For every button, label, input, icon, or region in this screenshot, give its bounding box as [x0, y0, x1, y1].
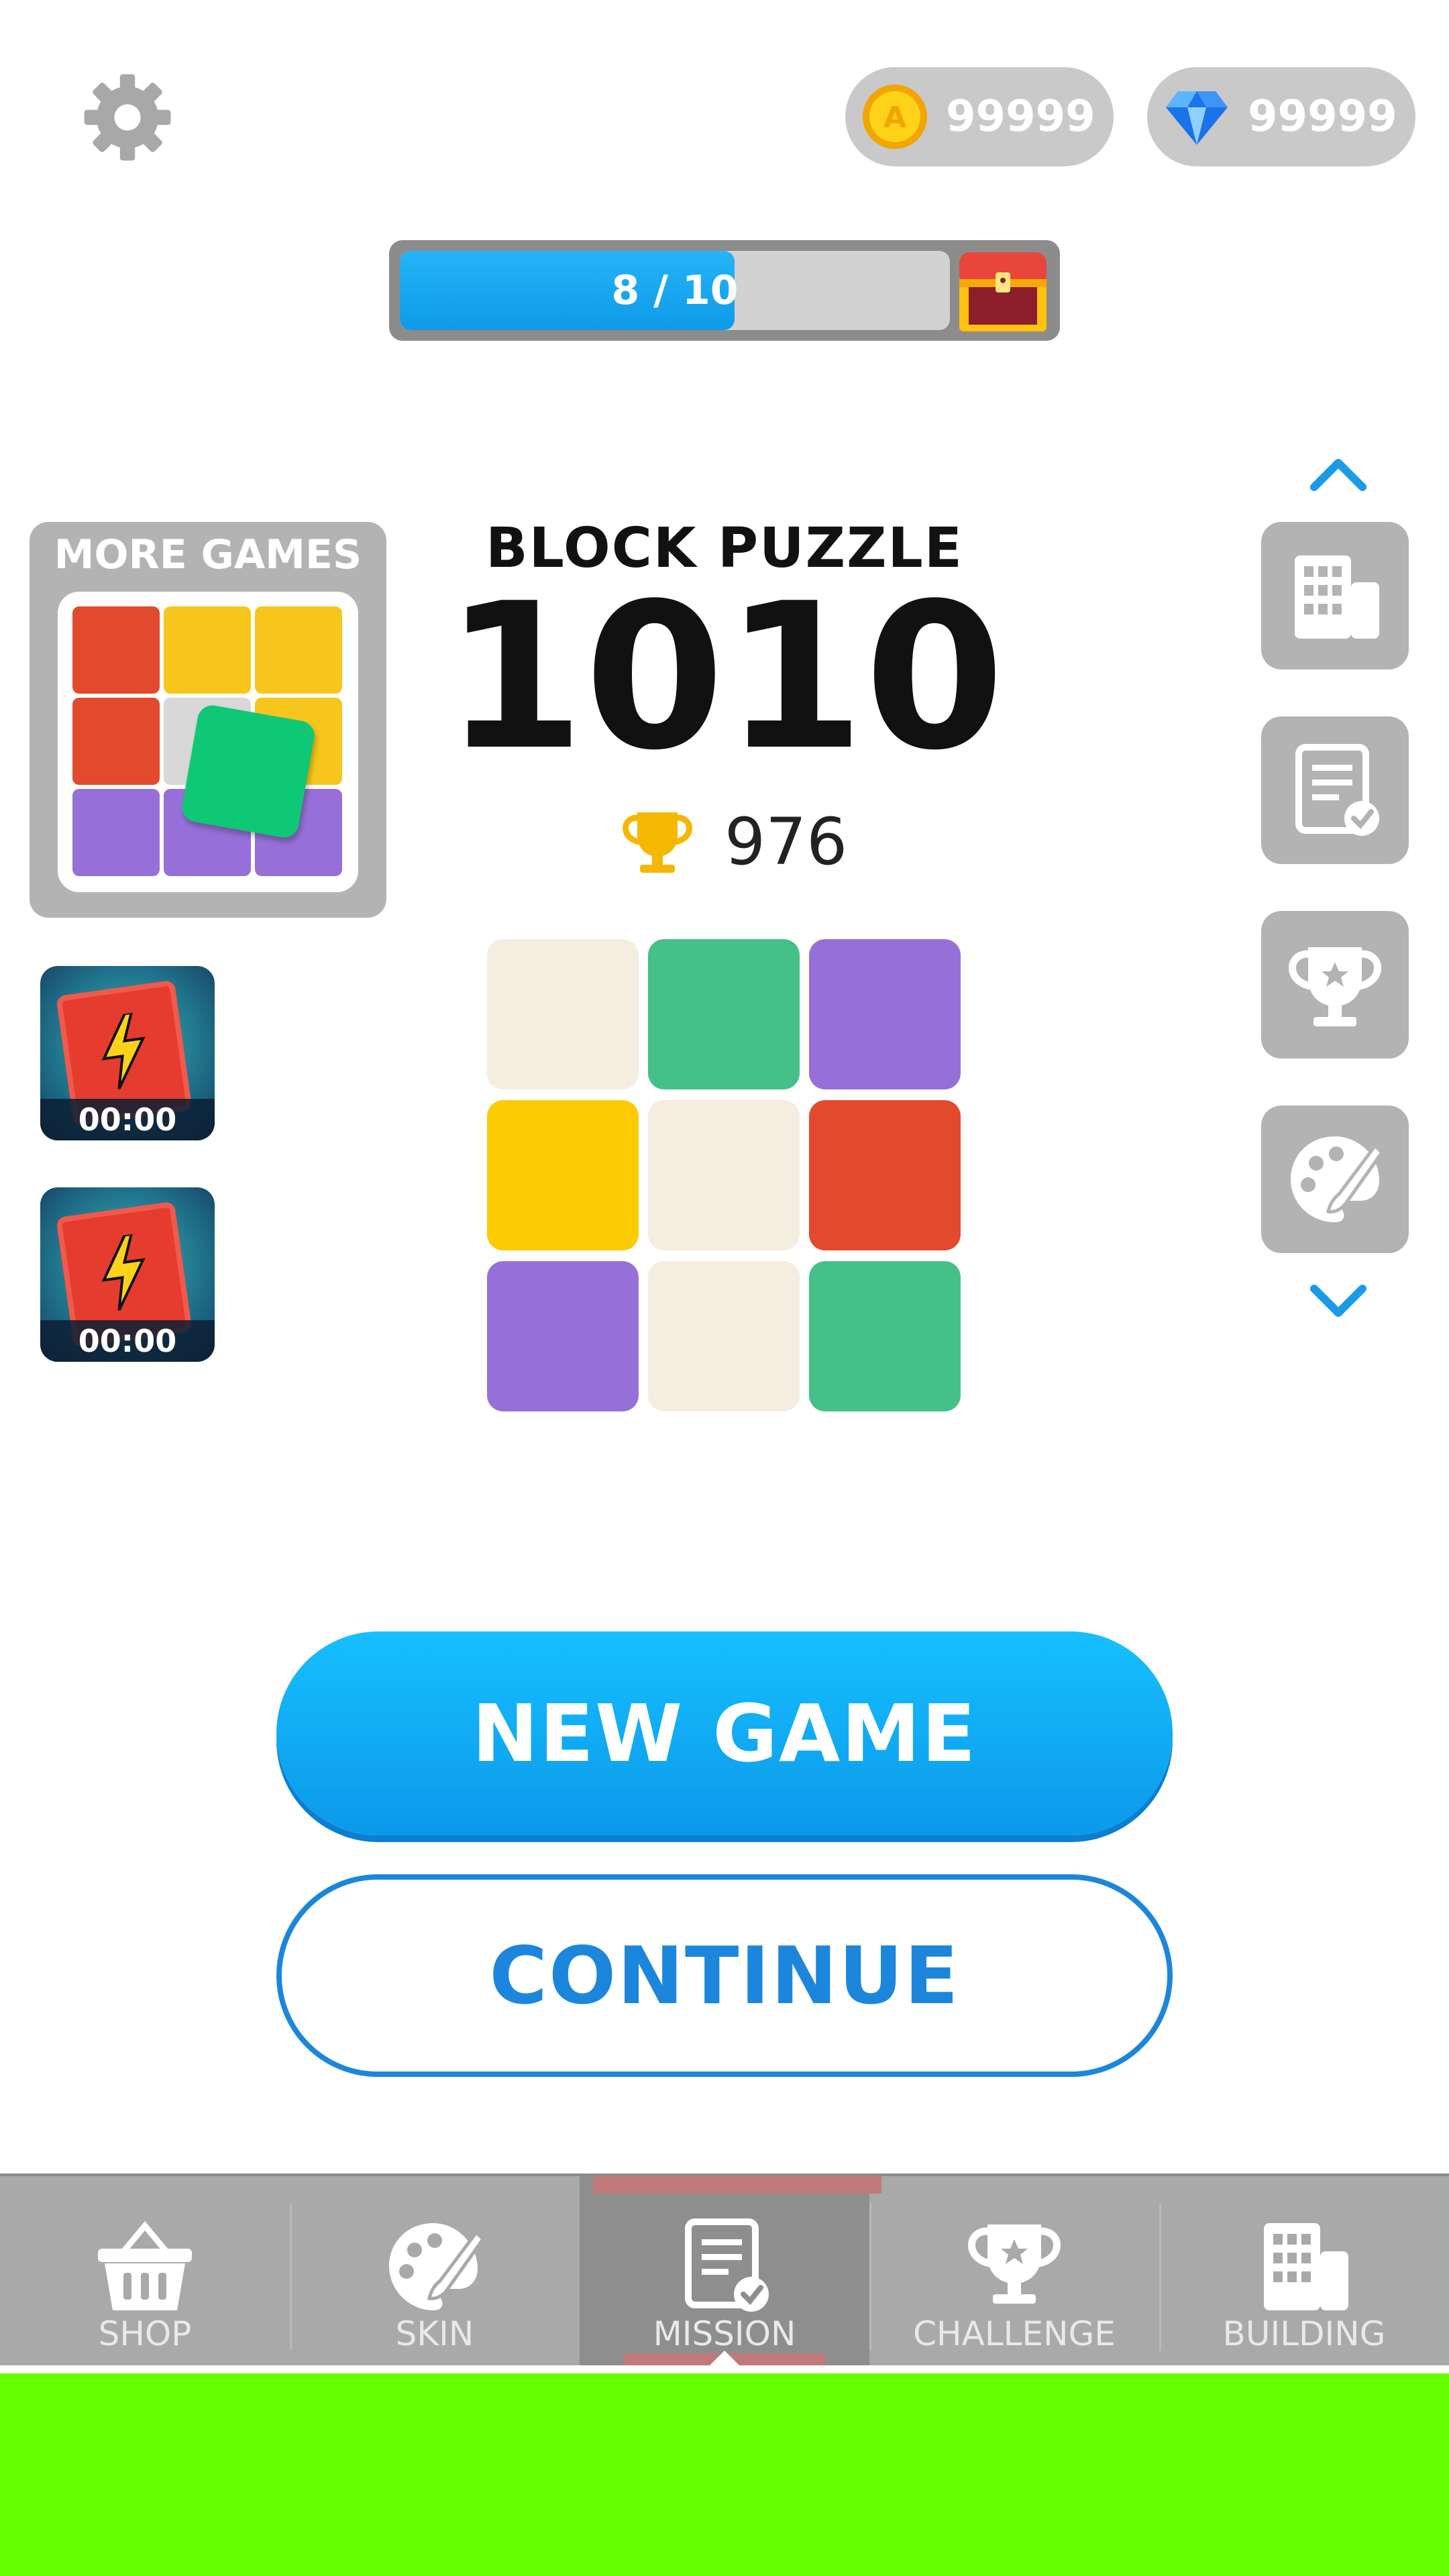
active-indicator-top: [593, 2176, 881, 2194]
active-tab-caret-icon: [703, 2351, 746, 2372]
nav-label: BUILDING: [1222, 2314, 1386, 2353]
nav-item-challenge[interactable]: CHALLENGE: [869, 2176, 1159, 2371]
more-games-thumbnail: [58, 592, 358, 892]
sidebar-challenge-button[interactable]: [1261, 911, 1409, 1059]
basket-icon: [98, 2220, 192, 2310]
best-score: 976: [724, 804, 848, 879]
board-cell-cream: [648, 1261, 800, 1411]
more-games-panel[interactable]: MORE GAMES: [30, 522, 386, 918]
board-cell-green: [648, 939, 800, 1089]
nav-item-skin[interactable]: SKIN: [290, 2176, 580, 2371]
thumb-cell: [72, 789, 160, 876]
mission-progress-bar[interactable]: 8 / 10: [389, 240, 1060, 341]
more-games-label: MORE GAMES: [54, 531, 362, 578]
continue-button[interactable]: CONTINUE: [276, 1874, 1173, 2077]
banner-ad-area: [0, 2373, 1449, 2576]
game-title: 1010: [444, 560, 1005, 794]
diamond-icon: [1166, 91, 1228, 145]
nav-item-mission[interactable]: MISSION: [580, 2176, 881, 2371]
game-board-preview: [487, 939, 961, 1413]
coin-count: 99999: [946, 92, 1095, 142]
trophy-icon: [623, 812, 692, 873]
thumb-dragged-block: [180, 703, 317, 840]
board-cell-purple: [487, 1261, 639, 1411]
palette-icon: [1291, 1136, 1385, 1222]
nav-label: SKIN: [395, 2314, 474, 2353]
promo-tile[interactable]: 00:00: [40, 1187, 215, 1362]
trophy-icon: [968, 2224, 1061, 2304]
thumb-cell: [164, 606, 251, 694]
chevron-down-icon[interactable]: [1305, 1278, 1372, 1325]
chevron-up-icon[interactable]: [1305, 449, 1372, 496]
thumb-cell: [72, 698, 160, 785]
thumb-cell: [255, 606, 342, 694]
nav-label: SHOP: [98, 2314, 192, 2353]
best-score-row: 976: [617, 802, 872, 882]
lightning-icon: [101, 1011, 146, 1090]
coin-icon: A: [863, 85, 927, 149]
building-icon: [1295, 555, 1379, 639]
promo-timer: 00:00: [40, 1099, 215, 1140]
svg-text:A: A: [883, 101, 906, 135]
nav-item-shop[interactable]: SHOP: [0, 2176, 290, 2371]
new-game-button[interactable]: NEW GAME: [276, 1631, 1173, 1835]
mission-icon: [685, 2218, 769, 2312]
coin-balance[interactable]: A 99999: [845, 67, 1114, 166]
nav-item-building[interactable]: BUILDING: [1159, 2176, 1449, 2371]
trophy-icon: [1289, 947, 1381, 1026]
sidebar-building-button[interactable]: [1261, 522, 1409, 669]
bottom-nav: SHOP SKIN MISSION CHALLENGE BUILDING: [0, 2174, 1449, 2371]
gem-count: 99999: [1248, 92, 1397, 142]
board-cell-yellow: [487, 1100, 639, 1250]
board-cell-green: [809, 1261, 961, 1411]
board-cell-red: [809, 1100, 961, 1250]
treasure-chest-icon[interactable]: [953, 246, 1053, 335]
gem-balance[interactable]: 99999: [1147, 67, 1415, 166]
palette-icon: [389, 2223, 486, 2310]
building-icon: [1264, 2223, 1348, 2310]
promo-timer: 00:00: [40, 1320, 215, 1362]
progress-track: 8 / 10: [400, 251, 950, 330]
board-cell-cream: [648, 1100, 800, 1250]
lightning-icon: [101, 1232, 146, 1311]
board-cell-purple: [809, 939, 961, 1089]
progress-text: 8 / 10: [611, 267, 739, 314]
nav-label: CHALLENGE: [913, 2314, 1116, 2353]
thumb-cell: [72, 606, 160, 694]
promo-tile[interactable]: 00:00: [40, 966, 215, 1140]
sidebar-mission-button[interactable]: [1261, 716, 1409, 864]
board-cell-cream: [487, 939, 639, 1089]
sidebar-skin-button[interactable]: [1261, 1106, 1409, 1253]
mission-icon: [1295, 744, 1379, 836]
settings-gear-icon[interactable]: [80, 70, 174, 164]
